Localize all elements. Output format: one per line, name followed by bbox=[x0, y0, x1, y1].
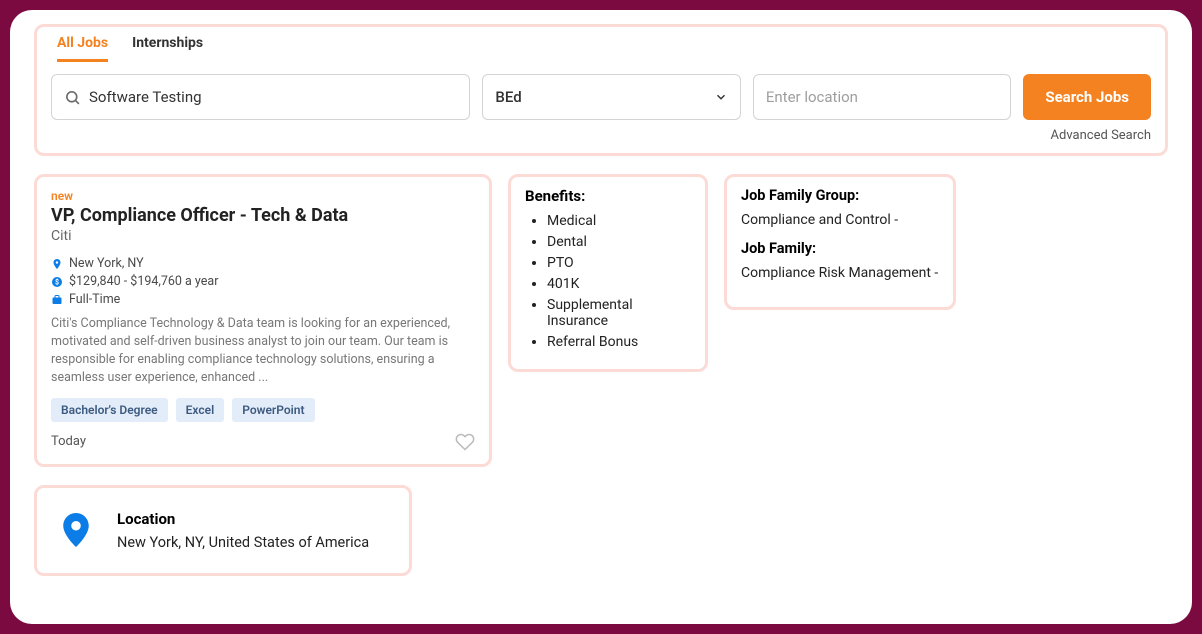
svg-text:$: $ bbox=[55, 278, 59, 286]
job-family-label: Job Family: bbox=[741, 240, 939, 257]
search-icon bbox=[64, 89, 81, 106]
benefit-item: Medical bbox=[547, 213, 691, 229]
location-input[interactable] bbox=[766, 88, 998, 106]
advanced-search-link[interactable]: Advanced Search bbox=[51, 128, 1151, 143]
heart-icon[interactable] bbox=[455, 432, 475, 452]
tab-all-jobs[interactable]: All Jobs bbox=[57, 35, 108, 62]
education-select[interactable]: BEd bbox=[482, 74, 740, 120]
benefit-item: PTO bbox=[547, 255, 691, 271]
location-value: New York, NY, United States of America bbox=[117, 534, 369, 551]
benefit-item: 401K bbox=[547, 276, 691, 292]
job-card: new VP, Compliance Officer - Tech & Data… bbox=[34, 174, 492, 467]
tag: Bachelor's Degree bbox=[51, 398, 168, 422]
job-description: Citi's Compliance Technology & Data team… bbox=[51, 315, 475, 388]
job-family-group-value: Compliance and Control - bbox=[741, 212, 939, 228]
benefit-item: Dental bbox=[547, 234, 691, 250]
benefit-item: Supplemental Insurance bbox=[547, 297, 691, 329]
location-pin-icon bbox=[51, 258, 63, 270]
posted-time: Today bbox=[51, 434, 86, 449]
tag: Excel bbox=[176, 398, 225, 422]
benefits-heading: Benefits: bbox=[525, 187, 691, 205]
briefcase-icon bbox=[51, 294, 63, 306]
search-panel: All Jobs Internships BEd Search Jobs Adv… bbox=[34, 24, 1168, 156]
chevron-down-icon bbox=[714, 90, 728, 104]
search-tabs: All Jobs Internships bbox=[51, 35, 1151, 62]
location-label: Location bbox=[117, 510, 369, 528]
job-title[interactable]: VP, Compliance Officer - Tech & Data bbox=[51, 205, 475, 226]
job-family-value: Compliance Risk Management - bbox=[741, 265, 939, 281]
job-family-card: Job Family Group: Compliance and Control… bbox=[724, 174, 956, 310]
dollar-icon: $ bbox=[51, 276, 63, 288]
search-button[interactable]: Search Jobs bbox=[1023, 74, 1151, 120]
benefit-item: Referral Bonus bbox=[547, 334, 691, 350]
tag: PowerPoint bbox=[232, 398, 314, 422]
location-field-wrap[interactable] bbox=[753, 74, 1011, 120]
company-name: Citi bbox=[51, 228, 475, 244]
tab-internships[interactable]: Internships bbox=[132, 35, 203, 62]
job-location: New York, NY bbox=[69, 256, 144, 271]
job-salary: $129,840 - $194,760 a year bbox=[69, 274, 218, 289]
location-card: Location New York, NY, United States of … bbox=[34, 485, 412, 576]
location-pin-large-icon bbox=[63, 513, 89, 547]
education-value: BEd bbox=[495, 88, 521, 106]
new-badge: new bbox=[51, 189, 475, 203]
keyword-field-wrap[interactable] bbox=[51, 74, 470, 120]
job-employment: Full-Time bbox=[69, 292, 120, 307]
keyword-input[interactable] bbox=[89, 88, 457, 106]
benefits-card: Benefits: Medical Dental PTO 401K Supple… bbox=[508, 174, 708, 372]
job-tags: Bachelor's Degree Excel PowerPoint bbox=[51, 398, 475, 422]
job-family-group-label: Job Family Group: bbox=[741, 187, 939, 204]
